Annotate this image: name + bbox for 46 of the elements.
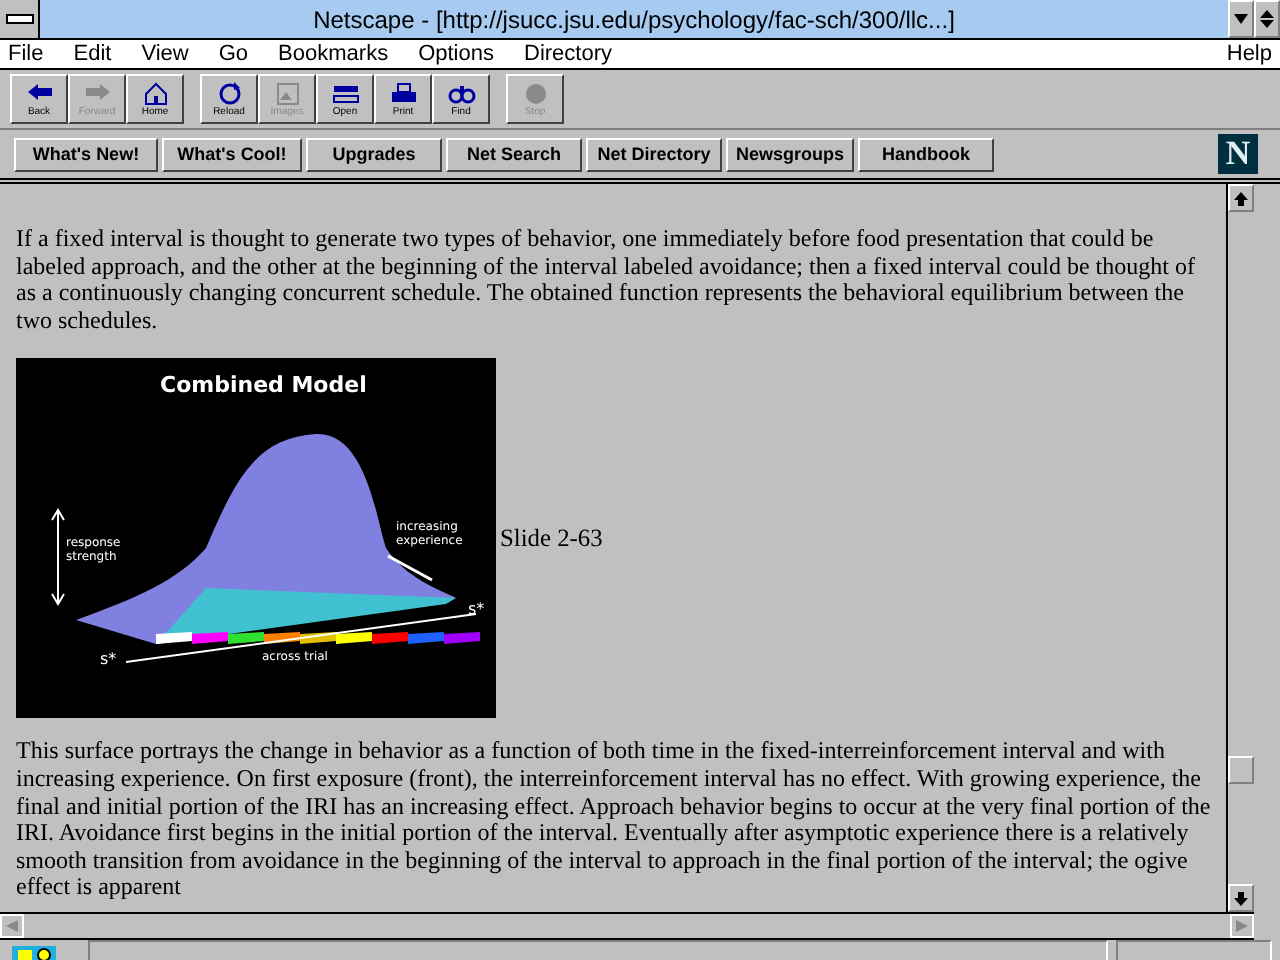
up-down-arrow-icon (1260, 10, 1274, 28)
window-title: Netscape - [http://jsucc.jsu.edu/psychology/fac-sch/300/llc...] (311, 5, 957, 33)
directory-button[interactable]: Upgrades (306, 137, 442, 171)
directory-button[interactable]: What's New! (14, 137, 158, 171)
binoculars-icon (447, 81, 475, 105)
menu-item[interactable]: Go (218, 42, 249, 66)
figure-title: Combined Model (160, 374, 367, 399)
menu-item[interactable]: Options (418, 42, 494, 66)
maximize-button[interactable] (1254, 0, 1280, 38)
axis-label: s* (468, 602, 485, 617)
directory-button[interactable]: What's Cool! (162, 137, 302, 171)
scroll-up-button[interactable] (1228, 184, 1254, 212)
directory-button[interactable]: Newsgroups (726, 137, 854, 171)
directory-button[interactable]: Net Directory (586, 137, 722, 171)
up-arrow-icon (1234, 191, 1248, 205)
printer-icon (389, 81, 417, 105)
menu-item[interactable]: Bookmarks (278, 42, 389, 66)
horizontal-scrollbar[interactable] (0, 912, 1254, 940)
menu-item[interactable]: View (141, 42, 189, 66)
paragraph: If a fixed interval is thought to generate two types of behavior, one immediately before food presentation that could be labeled approach, and the other at the beginning of the interval labeled avoidance; then a fixed interval could be thought of as a continuously changing concurrent schedule. The obtained function represents the behavioral equilibrium between the two schedules. (16, 226, 1197, 335)
menu-item[interactable]: Directory (524, 42, 613, 66)
scroll-thumb[interactable] (1228, 756, 1254, 784)
reload-icon (215, 81, 243, 105)
menu-item[interactable]: Help (1226, 42, 1272, 66)
picture-icon (273, 81, 301, 105)
system-menu-button[interactable] (0, 0, 40, 38)
minimize-button[interactable] (1228, 0, 1254, 38)
directory-button[interactable]: Net Search (446, 137, 582, 171)
vertical-arrow (51, 508, 65, 607)
paragraph: This surface portrays the change in behavior as a function of both time in the fixed-interreinforcement interval and with increasing experience. On first exposure (front), the interreinforcement interval has no effect. With growing experience, the final and initial portion of the IRI has an increasing effect. Approach behavior begins to occur at the very final portion of the IRI. Avoidance first begins in the initial portion of the interval. Eventually after asymptotic experience there is a relatively smooth transition from avoidance in the beginning of the interval to approach in the final portion of the interval; the ogive effect is apparent (16, 738, 1213, 902)
scroll-down-button[interactable] (1228, 884, 1254, 912)
vertical-scrollbar[interactable] (1226, 184, 1254, 912)
menu-item[interactable]: Edit (73, 42, 112, 66)
left-arrow-icon (25, 81, 53, 105)
down-arrow-icon (1234, 891, 1248, 905)
image-caption: Slide 2-63 (500, 525, 603, 553)
right-arrow-icon (1236, 920, 1248, 932)
right-arrow-icon (83, 81, 111, 105)
scroll-left-button[interactable] (0, 914, 24, 938)
down-arrow-icon (1234, 14, 1248, 24)
house-icon (141, 81, 169, 105)
left-arrow-icon (6, 920, 18, 932)
menu-item[interactable]: File (8, 42, 44, 66)
axis-label: s* (100, 652, 117, 667)
netscape-logo[interactable]: N (1218, 134, 1258, 174)
directory-button[interactable]: Handbook (858, 137, 994, 171)
